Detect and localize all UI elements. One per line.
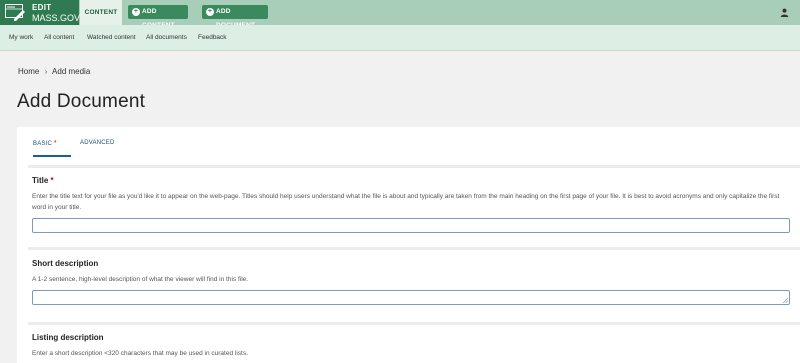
resize-handle-icon[interactable] bbox=[783, 298, 788, 303]
title-input[interactable] bbox=[32, 218, 790, 233]
brand-edit-label: EDIT bbox=[32, 3, 52, 12]
section-divider bbox=[28, 322, 800, 325]
page-title: Add Document bbox=[17, 91, 146, 112]
secondary-nav: My work All content Watched content All … bbox=[0, 25, 800, 51]
plus-circle-icon: + bbox=[206, 8, 214, 16]
listing-description-label: Listing description bbox=[32, 333, 104, 342]
section-divider bbox=[28, 165, 800, 168]
nav-feedback[interactable]: Feedback bbox=[198, 34, 227, 41]
nav-watched-content[interactable]: Watched content bbox=[87, 34, 136, 41]
breadcrumb-home-link[interactable]: Home bbox=[18, 67, 39, 76]
brand-site-label: MASS.GOV bbox=[32, 13, 81, 23]
nav-my-work[interactable]: My work bbox=[9, 34, 33, 41]
add-document-button[interactable]: + ADD DOCUMENT bbox=[202, 5, 268, 29]
add-content-button[interactable]: + ADD CONTENT bbox=[128, 5, 188, 29]
tab-basic-required-marker: * bbox=[53, 140, 57, 147]
breadcrumb-current: Add media bbox=[52, 67, 91, 76]
admin-toolbar: EDIT MASS.GOV CONTENT + ADD CONTENT + AD… bbox=[0, 0, 800, 29]
short-description-label: Short description bbox=[32, 259, 99, 268]
section-divider bbox=[28, 247, 800, 250]
tab-basic[interactable]: BASIC * bbox=[33, 140, 71, 157]
nav-all-content[interactable]: All content bbox=[44, 34, 74, 41]
chevron-right-icon: › bbox=[44, 67, 48, 76]
nav-all-documents[interactable]: All documents bbox=[146, 34, 187, 41]
document-edit-icon bbox=[5, 4, 25, 21]
plus-circle-icon: + bbox=[132, 8, 140, 16]
short-description-help: A 1-2 sentence, high-level description o… bbox=[32, 276, 249, 283]
media-form: BASIC * ADVANCED Title * Enter the title… bbox=[17, 127, 800, 363]
listing-description-help: Enter a short description <320 character… bbox=[32, 350, 248, 357]
short-description-textarea[interactable] bbox=[32, 290, 790, 305]
edit-mass-gov-home-link[interactable]: EDIT MASS.GOV bbox=[0, 0, 81, 25]
title-required-marker: * bbox=[50, 176, 54, 185]
tab-basic-label: BASIC bbox=[33, 141, 53, 147]
title-label-text: Title bbox=[32, 176, 49, 185]
title-description: Enter the title text for your file as yo… bbox=[32, 193, 780, 211]
user-icon[interactable] bbox=[780, 8, 789, 17]
content-tab[interactable]: CONTENT bbox=[80, 0, 122, 25]
title-label: Title * bbox=[32, 176, 54, 185]
tab-advanced[interactable]: ADVANCED bbox=[80, 140, 115, 146]
breadcrumb: Home › Add media bbox=[18, 67, 90, 76]
